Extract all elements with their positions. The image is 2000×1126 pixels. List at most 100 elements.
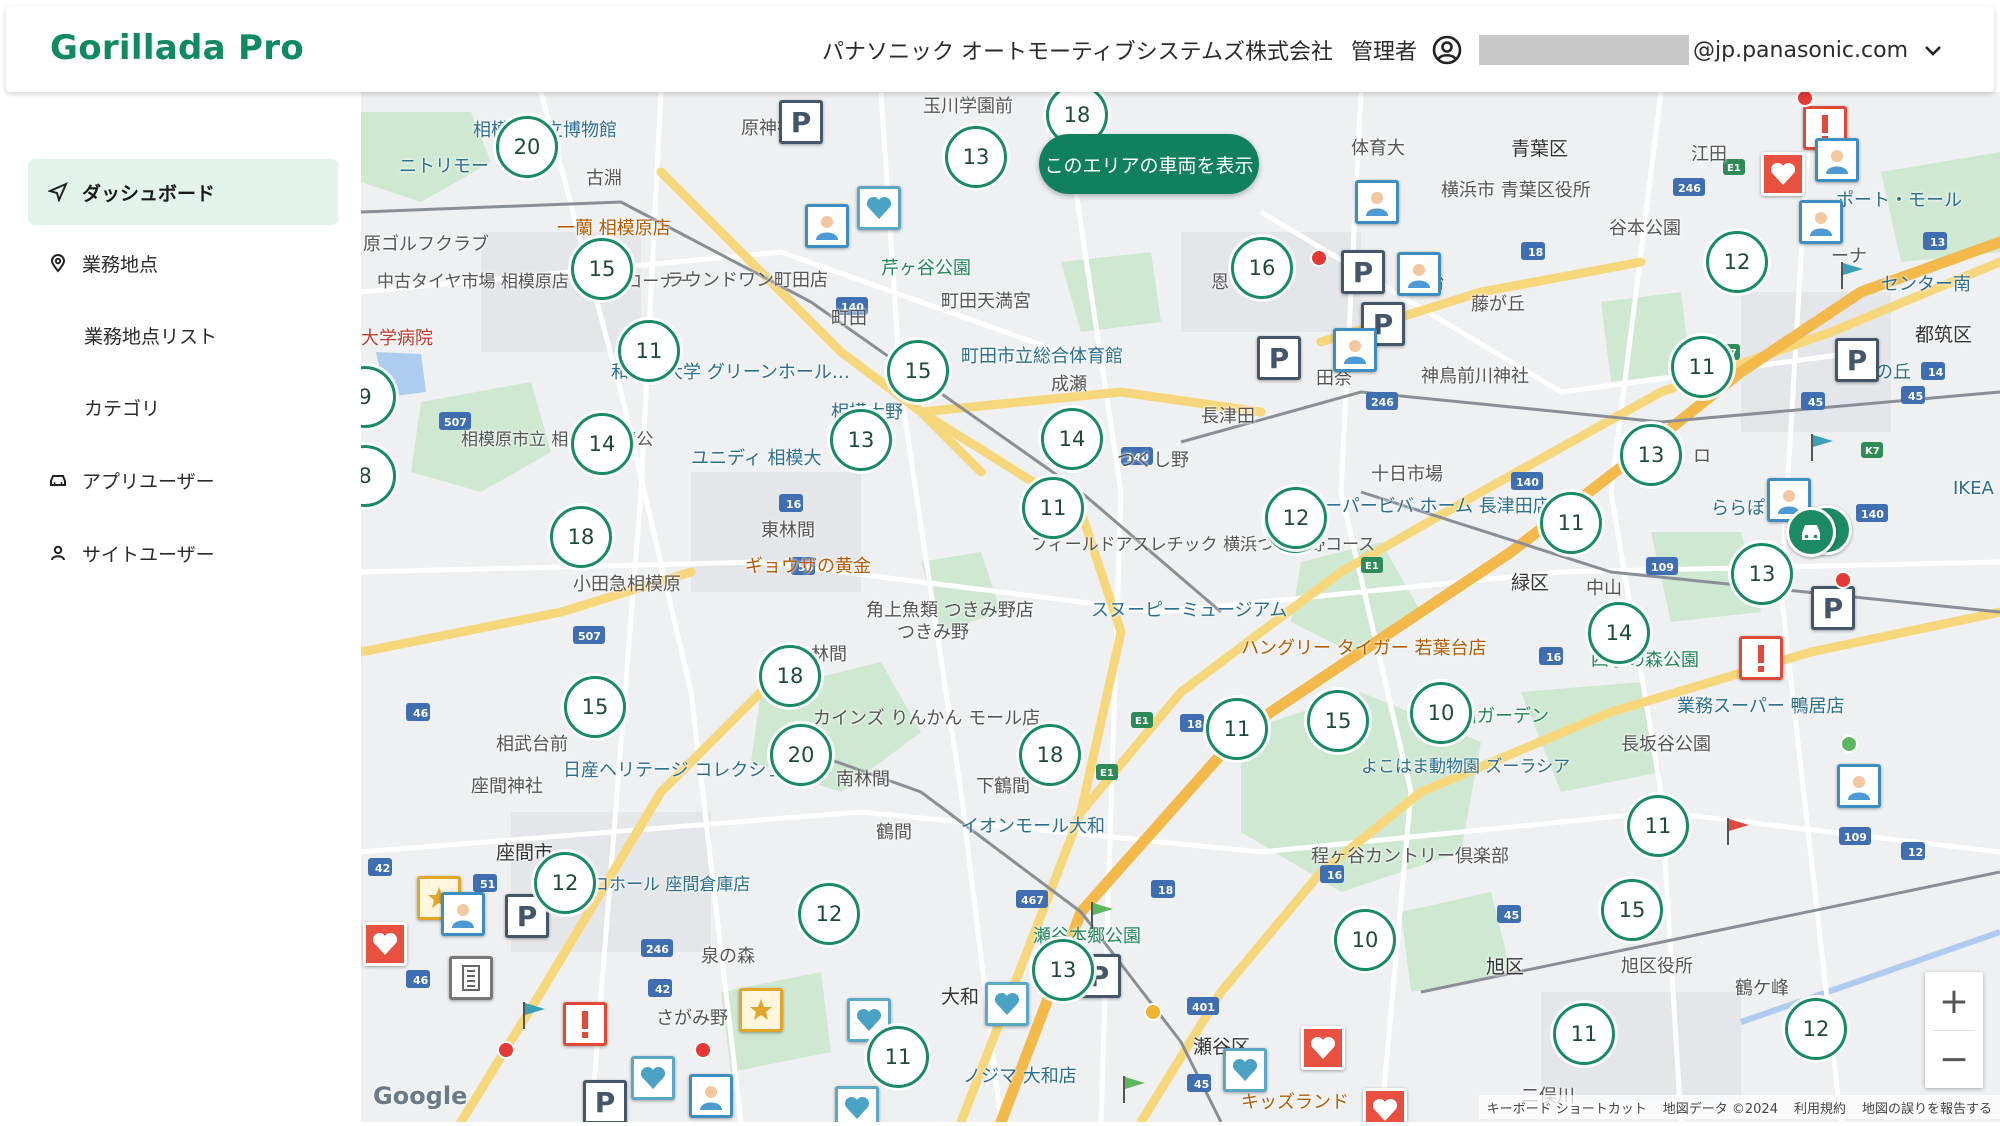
sidebar-item-location-list[interactable]: 業務地点リスト bbox=[28, 302, 338, 368]
pin-marker[interactable] bbox=[497, 1041, 515, 1059]
brand-logo[interactable]: Gorillada Pro bbox=[50, 28, 304, 68]
parking-marker[interactable]: P bbox=[1835, 338, 1879, 382]
parking-marker[interactable]: P bbox=[779, 100, 823, 144]
cluster-marker[interactable]: 12 bbox=[534, 852, 596, 914]
user-marker[interactable] bbox=[689, 1074, 733, 1118]
chevron-down-icon[interactable] bbox=[1922, 37, 1948, 63]
user-marker[interactable] bbox=[1837, 764, 1881, 808]
cluster-marker[interactable]: 11 bbox=[1022, 477, 1084, 539]
keyboard-shortcuts-link[interactable]: キーボード ショートカット bbox=[1487, 1098, 1647, 1117]
flag-marker[interactable] bbox=[1121, 1074, 1147, 1104]
user-marker[interactable] bbox=[1397, 252, 1441, 296]
pin-marker[interactable] bbox=[1834, 571, 1852, 589]
flag-marker[interactable] bbox=[1725, 816, 1751, 846]
cluster-marker[interactable]: 10 bbox=[1410, 682, 1472, 744]
cluster-marker[interactable]: 15 bbox=[564, 676, 626, 738]
parking-marker[interactable]: P bbox=[1257, 336, 1301, 380]
cluster-marker[interactable]: 10 bbox=[1334, 909, 1396, 971]
sidebar-item-app-users[interactable]: アプリユーザー bbox=[28, 447, 338, 513]
map-label: ニトリモー bbox=[399, 156, 489, 177]
flag-marker[interactable] bbox=[1839, 260, 1865, 290]
sidebar-item-locations[interactable]: 業務地点 bbox=[28, 230, 338, 296]
heart-marker-red[interactable] bbox=[363, 922, 407, 966]
cluster-marker[interactable]: 18 bbox=[1019, 724, 1081, 786]
report-error-link[interactable]: 地図の誤りを報告する bbox=[1862, 1098, 1992, 1117]
sidebar-item-label: ダッシュボード bbox=[82, 182, 216, 205]
cluster-marker[interactable]: 13 bbox=[1731, 543, 1793, 605]
show-vehicles-in-area-button[interactable]: このエリアの車両を表示 bbox=[1039, 134, 1259, 194]
cluster-marker[interactable]: 13 bbox=[1620, 424, 1682, 486]
cluster-marker[interactable]: 11 bbox=[1206, 698, 1268, 760]
cluster-marker[interactable]: 12 bbox=[1706, 231, 1768, 293]
sidebar-item-dashboard[interactable]: ダッシュボード bbox=[28, 159, 338, 225]
sidebar: ダッシュボード 業務地点 業務地点リスト カテゴリ アプリユーザー サイトユーザ… bbox=[6, 92, 360, 1126]
user-marker[interactable] bbox=[1799, 200, 1843, 244]
cluster-marker[interactable]: 12 bbox=[1265, 487, 1327, 549]
zoom-out-button[interactable]: − bbox=[1925, 1030, 1983, 1088]
cluster-marker[interactable]: 11 bbox=[1540, 492, 1602, 554]
sidebar-item-site-users[interactable]: サイトユーザー bbox=[28, 520, 338, 586]
flag-marker[interactable] bbox=[1089, 900, 1115, 930]
cluster-marker[interactable]: 16 bbox=[1231, 237, 1293, 299]
cluster-marker[interactable]: 11 bbox=[1627, 795, 1689, 857]
cluster-marker[interactable]: 14 bbox=[571, 413, 633, 475]
pin-marker[interactable] bbox=[694, 1041, 712, 1059]
cluster-marker[interactable]: 13 bbox=[1032, 939, 1094, 1001]
cluster-marker[interactable]: 18 bbox=[550, 506, 612, 568]
cluster-marker[interactable]: 20 bbox=[496, 116, 558, 178]
cluster-marker[interactable]: 15 bbox=[1307, 690, 1369, 752]
cluster-marker[interactable]: 15 bbox=[1601, 879, 1663, 941]
user-marker[interactable] bbox=[1355, 180, 1399, 224]
cluster-marker[interactable]: 15 bbox=[887, 340, 949, 402]
parking-marker[interactable]: P bbox=[1341, 250, 1385, 294]
terms-link[interactable]: 利用規約 bbox=[1794, 1098, 1846, 1117]
cluster-marker[interactable]: 13 bbox=[945, 126, 1007, 188]
cluster-marker[interactable]: 20 bbox=[770, 724, 832, 786]
cluster-marker[interactable]: 12 bbox=[1785, 998, 1847, 1060]
pin-marker[interactable] bbox=[1840, 735, 1858, 753]
heart-marker-red[interactable] bbox=[1301, 1026, 1345, 1070]
alert-marker[interactable] bbox=[1739, 636, 1783, 680]
alert-marker[interactable] bbox=[563, 1002, 607, 1046]
user-marker[interactable] bbox=[1333, 328, 1377, 372]
star-marker[interactable] bbox=[739, 988, 783, 1032]
company-name: パナソニック オートモーティブシステムズ株式会社 bbox=[821, 40, 1333, 65]
svg-text:12: 12 bbox=[1908, 846, 1923, 859]
user-marker[interactable] bbox=[1815, 138, 1859, 182]
zoom-in-button[interactable]: + bbox=[1925, 972, 1983, 1030]
cluster-marker[interactable]: 12 bbox=[798, 883, 860, 945]
cluster-marker[interactable]: 11 bbox=[867, 1026, 929, 1088]
user-account-menu[interactable]: パナソニック オートモーティブシステムズ株式会社 管理者 @jp.panason… bbox=[822, 30, 1948, 70]
cluster-marker[interactable]: 15 bbox=[571, 238, 633, 300]
heart-marker[interactable] bbox=[857, 186, 901, 230]
cluster-marker[interactable]: 14 bbox=[1588, 602, 1650, 664]
parking-marker[interactable]: P bbox=[583, 1080, 627, 1122]
account-circle-icon bbox=[1431, 33, 1465, 67]
pin-marker[interactable] bbox=[1144, 1003, 1162, 1021]
user-marker[interactable] bbox=[805, 204, 849, 248]
heart-marker-red[interactable] bbox=[1363, 1088, 1407, 1122]
cluster-marker[interactable]: 11 bbox=[1671, 336, 1733, 398]
user-marker[interactable] bbox=[441, 892, 485, 936]
building-marker[interactable] bbox=[449, 956, 493, 1000]
svg-text:507: 507 bbox=[578, 630, 601, 643]
heart-marker[interactable] bbox=[631, 1056, 675, 1100]
cluster-marker[interactable]: 18 bbox=[759, 645, 821, 707]
heart-marker[interactable] bbox=[835, 1086, 879, 1122]
sidebar-item-categories[interactable]: カテゴリ bbox=[28, 374, 338, 440]
heart-marker[interactable] bbox=[985, 982, 1029, 1026]
cluster-marker[interactable]: 11 bbox=[618, 320, 680, 382]
pin-marker[interactable] bbox=[1310, 249, 1328, 267]
heart-marker[interactable] bbox=[1223, 1048, 1267, 1092]
redacted-email-user bbox=[1479, 35, 1689, 65]
heart-marker-red[interactable] bbox=[1761, 152, 1805, 196]
parking-marker[interactable]: P bbox=[1811, 586, 1855, 630]
vehicle-marker[interactable] bbox=[1786, 507, 1836, 557]
cluster-marker[interactable]: 11 bbox=[1553, 1003, 1615, 1065]
cluster-marker[interactable]: 14 bbox=[1041, 408, 1103, 470]
map-attribution-bar: キーボード ショートカット 地図データ ©2024 利用規約 地図の誤りを報告す… bbox=[1478, 1095, 2000, 1119]
flag-marker[interactable] bbox=[521, 1000, 547, 1030]
map-view[interactable]: 140 507 16 56 507 46 42 51 246 46 42 467… bbox=[361, 92, 2000, 1122]
flag-marker[interactable] bbox=[1809, 432, 1835, 462]
cluster-marker[interactable]: 13 bbox=[830, 409, 892, 471]
